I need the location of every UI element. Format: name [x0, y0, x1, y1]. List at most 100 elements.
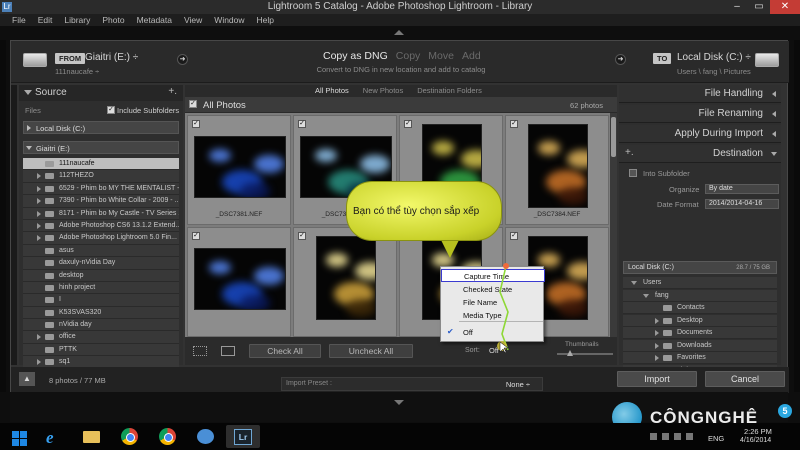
source-folder-item[interactable]: 7390 - Phim bo White Collar - 2009 - ... [23, 195, 179, 208]
close-button[interactable]: ✕ [770, 0, 800, 14]
expand-triangle-icon[interactable] [37, 173, 41, 180]
expand-triangle-icon[interactable] [37, 185, 41, 192]
section-destination[interactable]: +. Destination [619, 145, 781, 163]
add-folder-icon[interactable]: +. [625, 147, 634, 158]
destination-folder-item[interactable]: Desktop [623, 314, 777, 327]
source-folder-item[interactable]: PTTK [23, 343, 179, 357]
start-button[interactable] [2, 425, 36, 448]
mode-copy-as-dng[interactable]: Copy as DNG [323, 50, 388, 62]
photo-checkbox[interactable]: ✓ [192, 120, 200, 128]
section-file-handling[interactable]: File Handling [619, 85, 781, 103]
menu-help[interactable]: Help [251, 14, 280, 26]
taskbar-thunderbird[interactable] [188, 425, 222, 448]
taskbar-internet-explorer[interactable]: e [36, 425, 70, 448]
grid-scrollbar[interactable] [610, 113, 617, 337]
expanded-triangle-icon[interactable] [631, 281, 637, 285]
filter-new-photos[interactable]: New Photos [363, 86, 403, 95]
photo-cell[interactable]: ✓ [293, 227, 397, 337]
collapse-top-panel-icon[interactable] [394, 30, 404, 35]
destination-folder-item[interactable]: Downloads [623, 339, 777, 352]
expanded-triangle-icon[interactable] [643, 293, 649, 298]
source-folder-item[interactable]: desktop [23, 269, 179, 282]
add-source-icon[interactable]: +. [168, 86, 177, 97]
mode-add[interactable]: Add [462, 50, 481, 62]
into-subfolder-checkbox[interactable] [629, 169, 637, 177]
photo-cell[interactable]: ✓ _DSC7381.NEF [187, 115, 291, 225]
source-folder-item[interactable]: 8171 - Phim bo My Castle - TV Series ... [23, 207, 179, 220]
tray-volume-icon[interactable] [686, 433, 693, 440]
taskbar-chrome[interactable] [112, 425, 146, 448]
source-arrow-icon[interactable]: ➜ [177, 54, 188, 65]
include-subfolders-checkbox[interactable]: ✓ [107, 106, 115, 114]
tray-flag-icon[interactable] [662, 433, 669, 440]
photo-cell[interactable]: ✓ [187, 227, 291, 337]
check-all-button[interactable]: Check All [249, 344, 321, 358]
filter-destination-folders[interactable]: Destination Folders [417, 86, 482, 95]
photo-checkbox[interactable]: ✓ [510, 120, 518, 128]
photo-checkbox[interactable]: ✓ [298, 232, 306, 240]
mode-copy[interactable]: Copy [396, 50, 421, 62]
expand-triangle-icon[interactable] [37, 235, 41, 242]
photo-cell[interactable]: ✓ _DSC7384.NEF [505, 115, 609, 225]
collapse-dialog-icon[interactable]: ▲ [19, 372, 35, 386]
source-folder-item[interactable]: nVidia day [23, 319, 179, 332]
tray-network-icon[interactable] [650, 433, 657, 440]
source-folder-item[interactable]: 111naucafe [23, 158, 179, 171]
grid-view-icon[interactable] [193, 346, 207, 356]
destination-folder-item[interactable]: fang [623, 289, 777, 302]
import-button[interactable]: Import [617, 371, 697, 387]
menu-photo[interactable]: Photo [96, 14, 130, 26]
destination-folder-item[interactable]: Users [623, 277, 777, 290]
clock-date[interactable]: 4/16/2014 [740, 437, 771, 444]
volume-local-disk-c[interactable]: Local Disk (C:) [23, 121, 179, 134]
loupe-view-icon[interactable] [221, 346, 235, 356]
left-panel-scrollbar[interactable] [11, 85, 17, 365]
source-folder-item[interactable]: 6529 - Phim bo MY THE MENTALIST - ... [23, 182, 179, 196]
menu-library[interactable]: Library [58, 14, 96, 26]
import-preset[interactable]: Import Preset : None ÷ [281, 377, 543, 391]
section-file-renaming[interactable]: File Renaming [619, 105, 781, 123]
destination-selector[interactable]: Local Disk (C:) ÷ [677, 52, 751, 63]
slider-knob[interactable] [567, 350, 573, 356]
language-indicator[interactable]: ENG [708, 434, 724, 443]
source-path[interactable]: 111naucafe ÷ [55, 67, 99, 76]
thumbnail-size-slider[interactable] [557, 350, 613, 356]
source-panel-header[interactable]: Source +. [19, 85, 183, 101]
destination-arrow-icon[interactable]: ➜ [615, 54, 626, 65]
select-all-checkbox[interactable]: ✓ [189, 100, 197, 108]
destination-folder-item[interactable]: Favorites [623, 352, 777, 365]
organize-select[interactable]: By date [705, 184, 779, 194]
photo-checkbox[interactable]: ✓ [192, 232, 200, 240]
expand-filmstrip-icon[interactable] [394, 400, 404, 405]
minimize-button[interactable]: – [726, 0, 748, 14]
menu-metadata[interactable]: Metadata [131, 14, 178, 26]
source-folder-item[interactable]: Adobe Photoshop Lightroom 5.0 Fin... [23, 232, 179, 245]
taskbar-chrome-2[interactable] [150, 425, 184, 448]
source-folder-item[interactable]: I [23, 294, 179, 307]
menu-edit[interactable]: Edit [32, 14, 59, 26]
photo-checkbox[interactable]: ✓ [510, 232, 518, 240]
expand-triangle-icon[interactable] [655, 317, 659, 324]
clock-time[interactable]: 2:26 PM [744, 427, 772, 436]
destination-folder-item[interactable]: Contacts [623, 302, 777, 315]
expand-triangle-icon[interactable] [655, 342, 659, 349]
expand-triangle-icon[interactable] [37, 210, 41, 217]
photo-checkbox[interactable]: ✓ [298, 120, 306, 128]
import-preset-value[interactable]: None ÷ [506, 380, 530, 389]
destination-volume[interactable]: Local Disk (C:) 28.7 / 75 GB [623, 261, 777, 274]
cancel-button[interactable]: Cancel [705, 371, 785, 387]
menu-window[interactable]: Window [208, 14, 250, 26]
source-folder-item[interactable]: office [23, 331, 179, 344]
filter-all-photos[interactable]: All Photos [315, 86, 349, 95]
destination-folder-item[interactable]: Documents [623, 327, 777, 340]
maximize-button[interactable]: ▭ [748, 0, 770, 14]
mode-move[interactable]: Move [428, 50, 454, 62]
tray-signal-icon[interactable] [674, 433, 681, 440]
volume-giaitri-e[interactable]: Giaitri (E:) [23, 141, 179, 154]
photo-checkbox[interactable]: ✓ [404, 120, 412, 128]
grid-scroll-thumb[interactable] [611, 117, 616, 157]
uncheck-all-button[interactable]: Uncheck All [329, 344, 413, 358]
taskbar-file-explorer[interactable] [74, 425, 108, 448]
source-selector[interactable]: Giaitri (E:) ÷ [85, 52, 138, 63]
expand-triangle-icon[interactable] [37, 359, 41, 366]
